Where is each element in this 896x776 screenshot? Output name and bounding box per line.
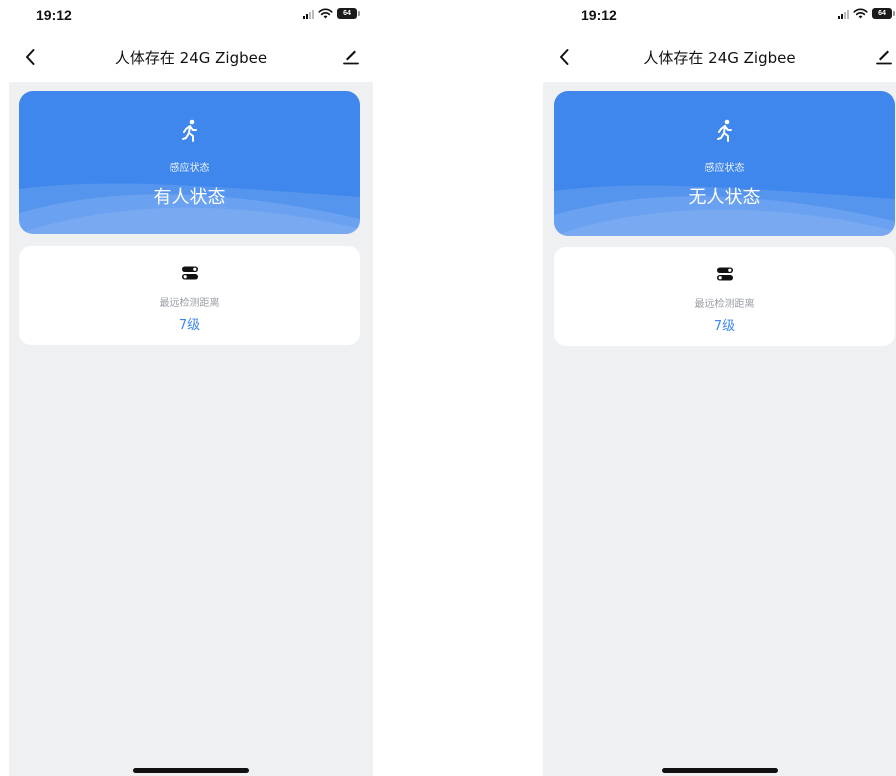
status-bar: 19:12 64 <box>9 0 373 30</box>
status-icons: 64 <box>838 8 895 19</box>
phone-screen-vacant: 19:12 64 人体存在 24G Zigbee 感应状态 无人状态 最远检测距… <box>543 0 896 776</box>
battery-icon: 64 <box>337 8 360 19</box>
detection-distance-card[interactable]: 最远检测距离 7级 <box>554 247 895 346</box>
sense-state-label: 感应状态 <box>169 163 210 174</box>
signal-bars-icon <box>303 9 314 19</box>
home-indicator[interactable] <box>661 768 778 773</box>
nav-bar: 人体存在 24G Zigbee <box>9 30 373 82</box>
signal-bars-icon <box>838 9 849 19</box>
status-time: 19:12 <box>581 7 617 23</box>
toggle-switch-icon <box>716 267 733 281</box>
toggle-switch-icon <box>181 266 198 280</box>
status-time: 19:12 <box>36 7 72 23</box>
battery-icon: 64 <box>872 8 895 19</box>
page-title: 人体存在 24G Zigbee <box>114 49 268 67</box>
running-person-icon <box>181 119 197 142</box>
pencil-icon[interactable] <box>874 45 894 65</box>
home-indicator[interactable] <box>133 768 249 773</box>
wifi-icon <box>318 8 333 19</box>
running-person-icon <box>716 119 732 142</box>
sense-state-value: 有人状态 <box>153 187 226 208</box>
sense-state-value: 无人状态 <box>688 187 761 208</box>
phone-screen-occupied: 19:12 64 人体存在 24G Zigbee 感应状态 有人状态 最远检测距… <box>9 0 373 776</box>
max-distance-value: 7级 <box>713 319 736 334</box>
presence-status-card: 感应状态 无人状态 <box>554 91 895 236</box>
status-bar: 19:12 64 <box>543 0 896 30</box>
status-icons: 64 <box>303 8 360 19</box>
max-distance-value: 7级 <box>178 318 201 333</box>
max-distance-label: 最远检测距离 <box>159 298 220 309</box>
page-title: 人体存在 24G Zigbee <box>643 49 796 67</box>
presence-status-card: 感应状态 有人状态 <box>19 91 360 234</box>
wifi-icon <box>853 8 868 19</box>
nav-bar: 人体存在 24G Zigbee <box>543 30 896 82</box>
detection-distance-card[interactable]: 最远检测距离 7级 <box>19 246 360 345</box>
sense-state-label: 感应状态 <box>704 163 745 174</box>
max-distance-label: 最远检测距离 <box>694 299 755 310</box>
pencil-icon[interactable] <box>341 45 361 65</box>
